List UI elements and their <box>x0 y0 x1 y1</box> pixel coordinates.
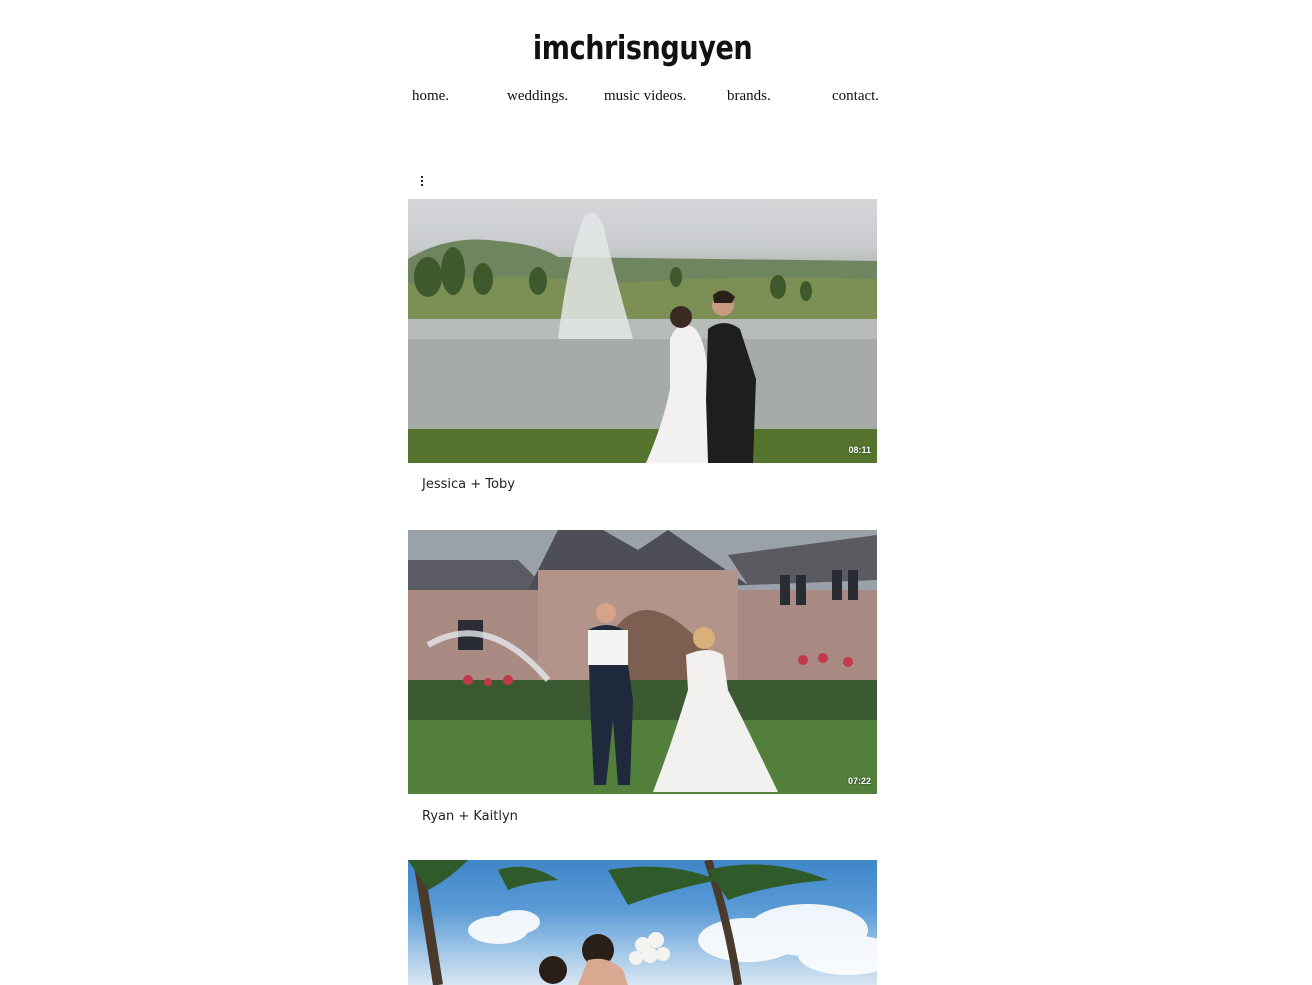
video-thumbnail-image <box>408 860 877 985</box>
main-nav: home. weddings. music videos. brands. co… <box>408 88 879 108</box>
video-duration: 07:22 <box>847 776 871 786</box>
video-thumbnail[interactable] <box>408 860 877 985</box>
site-title[interactable]: imchrisnguyen <box>116 28 1170 67</box>
nav-item-music-videos[interactable]: music videos. <box>604 88 687 105</box>
nav-item-contact[interactable]: contact. <box>832 88 879 105</box>
more-vertical-icon[interactable] <box>418 176 426 190</box>
nav-item-brands[interactable]: brands. <box>727 88 771 105</box>
video-card: 07:22 Ryan + Kaitlyn <box>408 530 877 824</box>
video-thumbnail[interactable]: 07:22 <box>408 530 877 794</box>
video-card <box>408 860 877 985</box>
video-thumbnail[interactable]: 08:11 <box>408 199 877 463</box>
video-thumbnail-image <box>408 212 877 463</box>
nav-item-weddings[interactable]: weddings. <box>507 88 568 105</box>
video-duration: 08:11 <box>848 445 871 455</box>
video-thumbnail-image <box>408 530 877 794</box>
nav-item-home[interactable]: home. <box>412 88 449 105</box>
video-title[interactable]: Ryan + Kaitlyn <box>422 809 518 824</box>
video-card: 08:11 Jessica + Toby <box>408 199 877 492</box>
video-title[interactable]: Jessica + Toby <box>422 477 515 492</box>
